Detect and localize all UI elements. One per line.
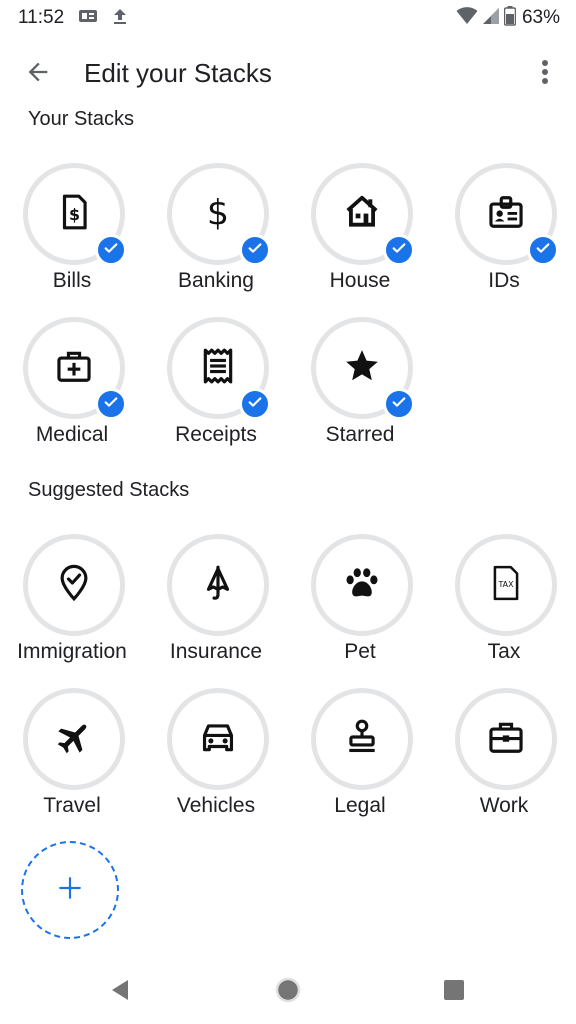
id-badge-icon	[487, 193, 525, 236]
plus-icon	[57, 875, 83, 906]
car-icon	[199, 718, 237, 761]
stack-label: Bills	[52, 269, 92, 292]
stack-tile-house[interactable]: House	[288, 163, 432, 303]
stack-tile-receipts[interactable]: Receipts	[144, 317, 288, 457]
stack-circle: TAX	[455, 534, 557, 636]
status-left: 11:52	[18, 7, 128, 30]
stack-label: IDs	[488, 269, 520, 292]
stack-circle	[311, 688, 413, 790]
stack-tile-medical[interactable]: Medical	[0, 317, 144, 457]
stack-label: Work	[479, 794, 529, 817]
battery-percent: 63%	[521, 7, 560, 28]
stack-label: House	[329, 269, 391, 292]
arrow-back-icon	[24, 58, 52, 91]
stack-circle	[23, 534, 125, 636]
check-icon	[247, 394, 263, 415]
stack-tile-pet[interactable]: Pet	[288, 534, 432, 674]
cell-signal-icon	[482, 7, 500, 30]
stack-tile-bills[interactable]: $ Bills	[0, 163, 144, 303]
briefcase-icon	[487, 718, 525, 761]
svg-text:$: $	[207, 193, 229, 230]
more-vert-icon	[541, 59, 549, 90]
your-stacks-heading: Your Stacks	[28, 108, 134, 130]
news-notification-icon	[78, 8, 98, 29]
stack-label: Travel	[43, 794, 101, 817]
umbrella-icon	[199, 564, 237, 607]
svg-text:$: $	[69, 204, 80, 223]
circle-home-icon	[274, 976, 302, 1009]
selected-check-badge	[239, 388, 271, 420]
stack-label: Receipts	[175, 423, 257, 446]
selected-check-badge	[95, 388, 127, 420]
check-icon	[391, 240, 407, 261]
house-icon	[343, 193, 381, 236]
stack-circle	[167, 688, 269, 790]
app-bar: Edit your Stacks	[0, 48, 576, 100]
add-stack-button[interactable]	[21, 841, 119, 939]
nav-recents-button[interactable]	[438, 976, 470, 1008]
selected-check-badge	[383, 234, 415, 266]
tax-document-icon: TAX	[487, 564, 525, 607]
stack-tile-immigration[interactable]: Immigration	[0, 534, 144, 674]
star-icon	[343, 347, 381, 390]
selected-check-badge	[239, 234, 271, 266]
stack-circle	[311, 534, 413, 636]
stack-circle	[167, 534, 269, 636]
system-nav-bar	[0, 960, 576, 1024]
stack-label: Starred	[325, 423, 395, 446]
status-time: 11:52	[18, 7, 65, 28]
stamp-icon	[343, 718, 381, 761]
dollar-icon: $	[199, 193, 237, 236]
stack-tile-travel[interactable]: Travel	[0, 688, 144, 828]
status-bar: 11:52 63%	[0, 0, 576, 36]
tax-icon-text: TAX	[497, 579, 514, 588]
bill-icon: $	[55, 193, 93, 236]
stack-tile-banking[interactable]: $ Banking	[144, 163, 288, 303]
square-recents-icon	[443, 979, 465, 1006]
selected-check-badge	[383, 388, 415, 420]
check-icon	[103, 394, 119, 415]
stack-tile-work[interactable]: Work	[432, 688, 576, 828]
stack-tile-legal[interactable]: Legal	[288, 688, 432, 828]
stack-tile-insurance[interactable]: Insurance	[144, 534, 288, 674]
nav-back-button[interactable]	[104, 976, 136, 1008]
stack-tile-starred[interactable]: Starred	[288, 317, 432, 457]
stack-label: Immigration	[17, 640, 127, 663]
stack-tile-vehicles[interactable]: Vehicles	[144, 688, 288, 828]
stack-circle	[23, 688, 125, 790]
stack-tile-ids[interactable]: IDs	[432, 163, 576, 303]
nav-home-button[interactable]	[272, 976, 304, 1008]
stack-label: Insurance	[169, 640, 263, 663]
check-icon	[103, 240, 119, 261]
stack-label: Legal	[334, 794, 386, 817]
stack-label: Banking	[178, 269, 254, 292]
stack-label: Tax	[487, 640, 521, 663]
selected-check-badge	[95, 234, 127, 266]
check-icon	[247, 240, 263, 261]
stack-label: Vehicles	[176, 794, 256, 817]
upload-icon	[112, 7, 128, 30]
battery-icon	[503, 5, 517, 31]
check-icon	[391, 394, 407, 415]
receipt-icon	[199, 347, 237, 390]
stack-label: Pet	[344, 640, 376, 663]
page-title: Edit your Stacks	[84, 58, 272, 88]
triangle-back-icon	[108, 978, 132, 1007]
check-icon	[535, 240, 551, 261]
location-check-icon	[55, 564, 93, 607]
stack-tile-tax[interactable]: TAX Tax	[432, 534, 576, 674]
more-options-button[interactable]	[522, 50, 568, 98]
wifi-icon	[456, 6, 478, 30]
stack-label: Medical	[35, 423, 109, 446]
medical-kit-icon	[55, 347, 93, 390]
back-button[interactable]	[14, 50, 62, 98]
airplane-icon	[55, 718, 93, 761]
suggested-stacks-heading: Suggested Stacks	[28, 479, 190, 501]
selected-check-badge	[527, 234, 559, 266]
status-right: 63%	[456, 5, 560, 31]
stack-circle	[455, 688, 557, 790]
paw-icon	[343, 564, 381, 607]
